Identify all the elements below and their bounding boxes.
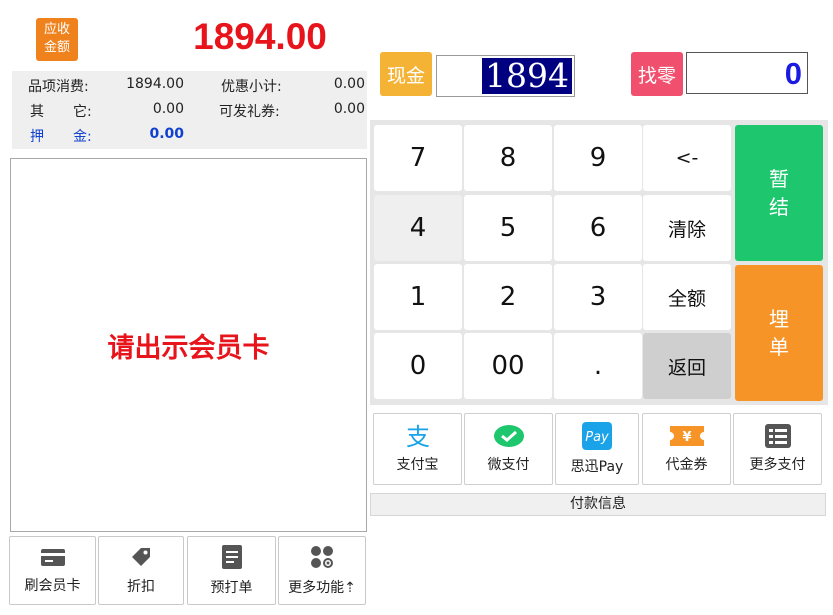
item-consumption-label: 品项消费:	[28, 79, 89, 95]
suspend-settle-button[interactable]: 暂 结	[735, 125, 823, 261]
change-amount-field: 0	[686, 52, 808, 94]
preprint-bill-button[interactable]: 预打单	[187, 536, 276, 605]
amount-due-badge-line2: 金额	[43, 40, 70, 55]
member-card-icon	[40, 548, 65, 566]
payment-info-bar: 付款信息	[370, 493, 826, 516]
key-backspace[interactable]: <-	[643, 125, 731, 191]
key-2[interactable]: 2	[464, 264, 552, 330]
member-card-area[interactable]: 请出示会员卡	[10, 158, 367, 532]
alipay-icon: 支	[406, 424, 430, 448]
key-clear[interactable]: 清除	[643, 195, 731, 261]
key-00[interactable]: 00	[464, 333, 552, 399]
more-functions-label: 更多功能⇡	[288, 579, 356, 596]
cash-label: 现金	[380, 52, 432, 96]
gift-voucher-value: 0.00	[333, 101, 365, 117]
hold-order-button[interactable]: 埋 单	[735, 265, 823, 401]
swipe-member-card-button[interactable]: 刷会员卡	[9, 536, 96, 605]
sixun-pay-button[interactable]: Pay 思迅Pay	[555, 413, 639, 485]
apps-icon	[311, 545, 333, 568]
document-icon	[221, 544, 242, 569]
key-0[interactable]: 0	[374, 333, 462, 399]
other-value: 0.00	[152, 101, 184, 117]
svg-text:支: 支	[406, 424, 430, 448]
swipe-member-card-label: 刷会员卡	[24, 577, 81, 594]
key-7[interactable]: 7	[374, 125, 462, 191]
voucher-button[interactable]: ¥ 代金券	[642, 413, 731, 485]
suspend-settle-label-1: 暂	[769, 167, 789, 191]
gift-voucher-label: 可发礼券:	[219, 104, 280, 120]
preprint-bill-label: 预打单	[210, 579, 253, 596]
deposit-label-char1: 押	[30, 129, 44, 145]
key-4[interactable]: 4	[374, 195, 462, 261]
amount-due-value: 1894.00	[193, 16, 327, 57]
key-3[interactable]: 3	[554, 264, 642, 330]
more-functions-button[interactable]: 更多功能⇡	[278, 536, 366, 605]
wechat-pay-button[interactable]: 微支付	[464, 413, 553, 485]
wechat-icon	[493, 425, 524, 447]
key-1[interactable]: 1	[374, 264, 462, 330]
amount-due-badge: 应收 金额	[36, 18, 78, 61]
wechat-pay-label: 微支付	[487, 457, 530, 473]
discount-label: 折扣	[127, 578, 155, 595]
consumption-summary: 品项消费: 1894.00 优惠小计: 0.00 其 它: 0.00 可发礼券:…	[12, 71, 367, 149]
other-label-char2: 它:	[73, 104, 92, 120]
svg-text:Pay: Pay	[585, 430, 609, 445]
numeric-keypad: 7 8 9 <- 4 5 6 清除 1 2 3 全额 0 00 . 返回 暂 结…	[370, 120, 828, 405]
cash-amount-input[interactable]: 1894	[436, 55, 575, 97]
alipay-button[interactable]: 支 支付宝	[373, 413, 462, 485]
discount-subtotal-value: 0.00	[333, 76, 365, 92]
suspend-settle-label-2: 结	[769, 195, 789, 219]
more-payment-icon	[764, 424, 791, 448]
hold-order-label-1: 埋	[769, 307, 789, 331]
svg-text:¥: ¥	[682, 430, 691, 445]
item-consumption-value: 1894.00	[126, 76, 184, 92]
amount-due-badge-line1: 应收	[43, 22, 70, 37]
more-payment-button[interactable]: 更多支付	[733, 413, 822, 485]
key-5[interactable]: 5	[464, 195, 552, 261]
member-card-prompt: 请出示会员卡	[107, 332, 270, 364]
deposit-value: 0.00	[149, 126, 184, 142]
discount-button[interactable]: 折扣	[98, 536, 184, 605]
key-9[interactable]: 9	[554, 125, 642, 191]
key-full-amount[interactable]: 全额	[643, 264, 731, 330]
alipay-label: 支付宝	[396, 457, 439, 473]
discount-subtotal-label: 优惠小计:	[221, 79, 282, 95]
voucher-label: 代金券	[665, 457, 708, 473]
key-return[interactable]: 返回	[643, 333, 731, 399]
more-payment-label: 更多支付	[749, 457, 806, 473]
cash-amount-value: 1894	[482, 58, 572, 94]
voucher-icon: ¥	[669, 426, 704, 446]
deposit-label-char2: 金:	[73, 129, 92, 145]
sixun-pay-label: 思迅Pay	[570, 459, 624, 475]
change-amount-value: 0	[784, 56, 802, 91]
key-dot[interactable]: .	[554, 333, 642, 399]
pay-icon: Pay	[582, 422, 612, 450]
other-label-char1: 其	[30, 104, 44, 120]
key-6[interactable]: 6	[554, 195, 642, 261]
tag-icon	[132, 547, 150, 566]
hold-order-label-2: 单	[769, 335, 789, 359]
key-8[interactable]: 8	[464, 125, 552, 191]
change-label: 找零	[631, 52, 683, 96]
